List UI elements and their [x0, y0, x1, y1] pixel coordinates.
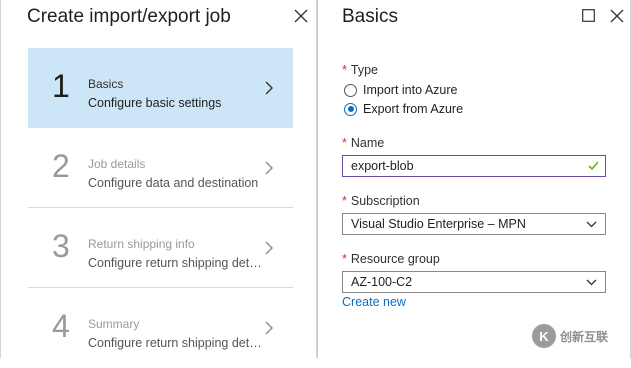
name-label: * Name	[342, 136, 384, 150]
chevron-right-icon	[265, 81, 273, 95]
type-label: * Type	[342, 63, 378, 77]
subscription-select[interactable]: Visual Studio Enterprise – MPN	[342, 213, 606, 235]
step-summary[interactable]: 4 Summary Configure return shipping deta…	[28, 288, 293, 368]
step-subtitle: Configure data and destination	[88, 176, 259, 190]
resource-group-label-text: Resource group	[350, 252, 440, 266]
type-label-text: Type	[350, 63, 378, 77]
resource-group-value: AZ-100-C2	[351, 275, 413, 289]
chevron-down-icon	[586, 279, 597, 286]
radio-label: Export from Azure	[363, 102, 464, 116]
maximize-icon[interactable]	[582, 9, 595, 22]
basics-blade: Basics * Type Import into Azure Export fr…	[317, 0, 631, 358]
watermark: K 创新互联	[532, 322, 631, 350]
step-number: 1	[52, 68, 70, 104]
watermark-text: 创新互联	[560, 329, 609, 344]
chevron-down-icon	[586, 221, 597, 228]
step-return-shipping[interactable]: 3 Return shipping info Configure return …	[28, 208, 293, 288]
subscription-label-text: Subscription	[350, 194, 420, 208]
step-title: Return shipping info	[88, 237, 195, 251]
resource-group-select[interactable]: AZ-100-C2	[342, 271, 606, 293]
step-number: 3	[52, 228, 70, 264]
step-subtitle: Configure basic settings	[88, 96, 222, 110]
required-asterisk: *	[342, 252, 347, 266]
required-asterisk: *	[342, 136, 347, 150]
radio-label: Import into Azure	[363, 83, 458, 97]
blade-title: Basics	[342, 6, 398, 27]
step-title: Job details	[88, 157, 146, 171]
required-asterisk: *	[342, 194, 347, 208]
name-input[interactable]: export-blob	[342, 155, 606, 177]
chevron-right-icon	[265, 241, 273, 255]
watermark-logo: K	[532, 324, 556, 348]
step-job-details[interactable]: 2 Job details Configure data and destina…	[28, 128, 293, 208]
step-number: 4	[52, 308, 70, 344]
step-number: 2	[52, 148, 70, 184]
step-title: Summary	[88, 317, 140, 331]
step-subtitle: Configure return shipping deta...	[88, 256, 263, 270]
subscription-value: Visual Studio Enterprise – MPN	[351, 217, 526, 231]
resource-group-label: * Resource group	[342, 252, 440, 266]
step-title: Basics	[88, 77, 124, 91]
radio-import-into-azure[interactable]: Import into Azure	[344, 81, 458, 99]
name-input-value: export-blob	[351, 159, 414, 173]
check-icon	[588, 161, 599, 171]
step-subtitle: Configure return shipping deta...	[88, 336, 263, 350]
create-job-blade: Create import/export job 1 Basics Config…	[0, 0, 317, 358]
radio-export-from-azure[interactable]: Export from Azure	[344, 100, 463, 118]
radio-checked-icon[interactable]	[344, 102, 357, 116]
subscription-label: * Subscription	[342, 194, 420, 208]
step-basics[interactable]: 1 Basics Configure basic settings	[28, 48, 293, 128]
required-asterisk: *	[342, 63, 347, 77]
blade-title: Create import/export job	[27, 6, 231, 27]
create-new-link[interactable]: Create new	[342, 295, 406, 309]
close-icon[interactable]	[294, 9, 308, 23]
close-icon[interactable]	[610, 9, 624, 23]
chevron-right-icon	[265, 321, 273, 335]
chevron-right-icon	[265, 161, 273, 175]
radio-icon[interactable]	[344, 83, 357, 97]
name-label-text: Name	[350, 136, 385, 150]
